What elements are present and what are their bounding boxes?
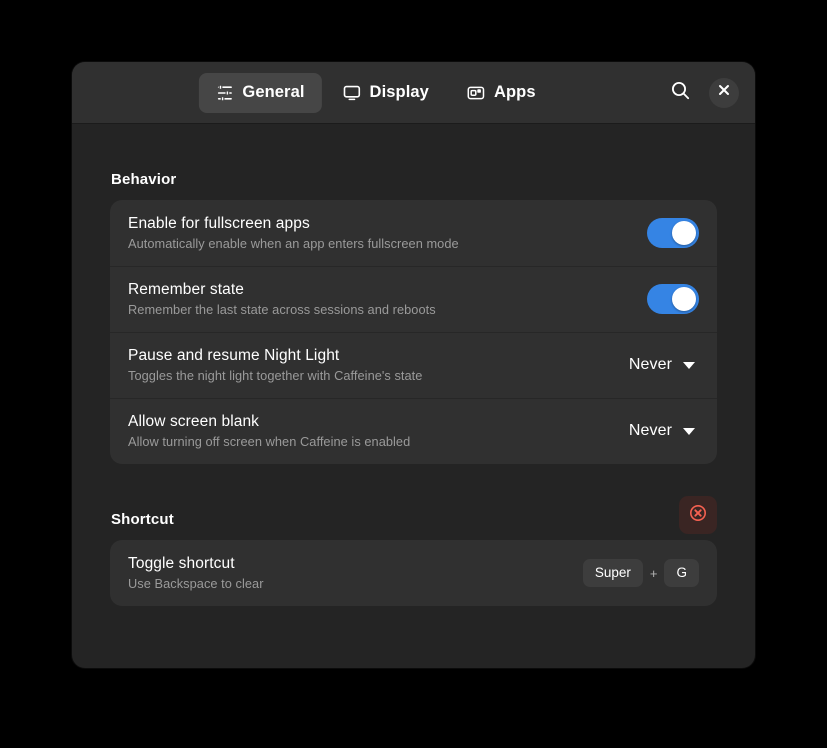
row-night-light[interactable]: Pause and resume Night Light Toggles the… — [110, 332, 717, 398]
row-subtitle: Remember the last state across sessions … — [128, 302, 436, 318]
chevron-down-icon — [683, 427, 695, 435]
close-button[interactable] — [709, 77, 739, 108]
shortcut-key-letter[interactable]: G — [664, 559, 699, 587]
behavior-list: Enable for fullscreen apps Automatically… — [110, 200, 717, 464]
row-text: Allow screen blank Allow turning off scr… — [128, 412, 629, 450]
toggle-remember-state[interactable] — [647, 284, 699, 314]
behavior-group-title: Behavior — [111, 171, 177, 188]
shortcut-list: Toggle shortcut Use Backspace to clear S… — [110, 540, 717, 606]
search-icon — [670, 80, 691, 106]
row-text: Remember state Remember the last state a… — [128, 280, 647, 318]
reset-shortcut-button[interactable] — [679, 496, 717, 534]
row-subtitle: Toggles the night light together with Ca… — [128, 368, 423, 384]
row-subtitle: Use Backspace to clear — [128, 576, 264, 592]
row-toggle-shortcut[interactable]: Toggle shortcut Use Backspace to clear S… — [110, 540, 717, 606]
row-remember-state[interactable]: Remember state Remember the last state a… — [110, 266, 717, 332]
sliders-icon — [215, 84, 233, 102]
reset-circle-x-icon — [688, 503, 708, 528]
row-allow-screen-blank[interactable]: Allow screen blank Allow turning off scr… — [110, 398, 717, 464]
header-bar: General Display Apps — [72, 62, 755, 124]
preferences-content: Behavior Enable for fullscreen apps Auto… — [72, 124, 755, 668]
row-subtitle: Allow turning off screen when Caffeine i… — [128, 434, 411, 450]
shortcut-group-header: Shortcut — [110, 464, 717, 540]
tab-general-label: General — [242, 83, 305, 101]
tab-apps[interactable]: Apps — [450, 73, 553, 113]
toggle-enable-fullscreen[interactable] — [647, 218, 699, 248]
tab-display-label: Display — [369, 83, 429, 101]
tab-apps-label: Apps — [493, 83, 536, 101]
dropdown-value: Never — [628, 422, 672, 439]
preferences-window: General Display Apps Behavior Enable for… — [72, 62, 755, 668]
search-button[interactable] — [665, 78, 695, 108]
monitor-icon — [343, 84, 361, 102]
chevron-down-icon — [683, 361, 695, 369]
shortcut-keys[interactable]: Super + G — [582, 559, 699, 587]
dropdown-allow-screen-blank[interactable]: Never — [629, 422, 699, 440]
dropdown-night-light[interactable]: Never — [629, 356, 699, 374]
row-title: Pause and resume Night Light — [128, 346, 340, 364]
view-switcher: General Display Apps — [198, 72, 553, 113]
row-title: Toggle shortcut — [128, 554, 235, 572]
close-icon — [717, 83, 731, 102]
apps-icon — [467, 84, 485, 102]
row-text: Toggle shortcut Use Backspace to clear — [128, 554, 583, 592]
shortcut-group-title: Shortcut — [111, 511, 174, 528]
tab-display[interactable]: Display — [326, 73, 446, 113]
row-subtitle: Automatically enable when an app enters … — [128, 236, 459, 252]
row-enable-fullscreen[interactable]: Enable for fullscreen apps Automatically… — [110, 200, 717, 266]
row-title: Enable for fullscreen apps — [128, 214, 310, 232]
row-title: Allow screen blank — [128, 412, 260, 430]
row-text: Enable for fullscreen apps Automatically… — [128, 214, 647, 252]
toggle-knob — [672, 287, 696, 311]
shortcut-key-modifier[interactable]: Super — [582, 559, 643, 587]
dropdown-value: Never — [628, 356, 672, 373]
toggle-knob — [672, 221, 696, 245]
shortcut-key-separator: + — [649, 565, 658, 581]
row-title: Remember state — [128, 280, 244, 298]
tab-general[interactable]: General — [198, 72, 322, 113]
row-text: Pause and resume Night Light Toggles the… — [128, 346, 629, 384]
header-actions — [665, 77, 739, 108]
